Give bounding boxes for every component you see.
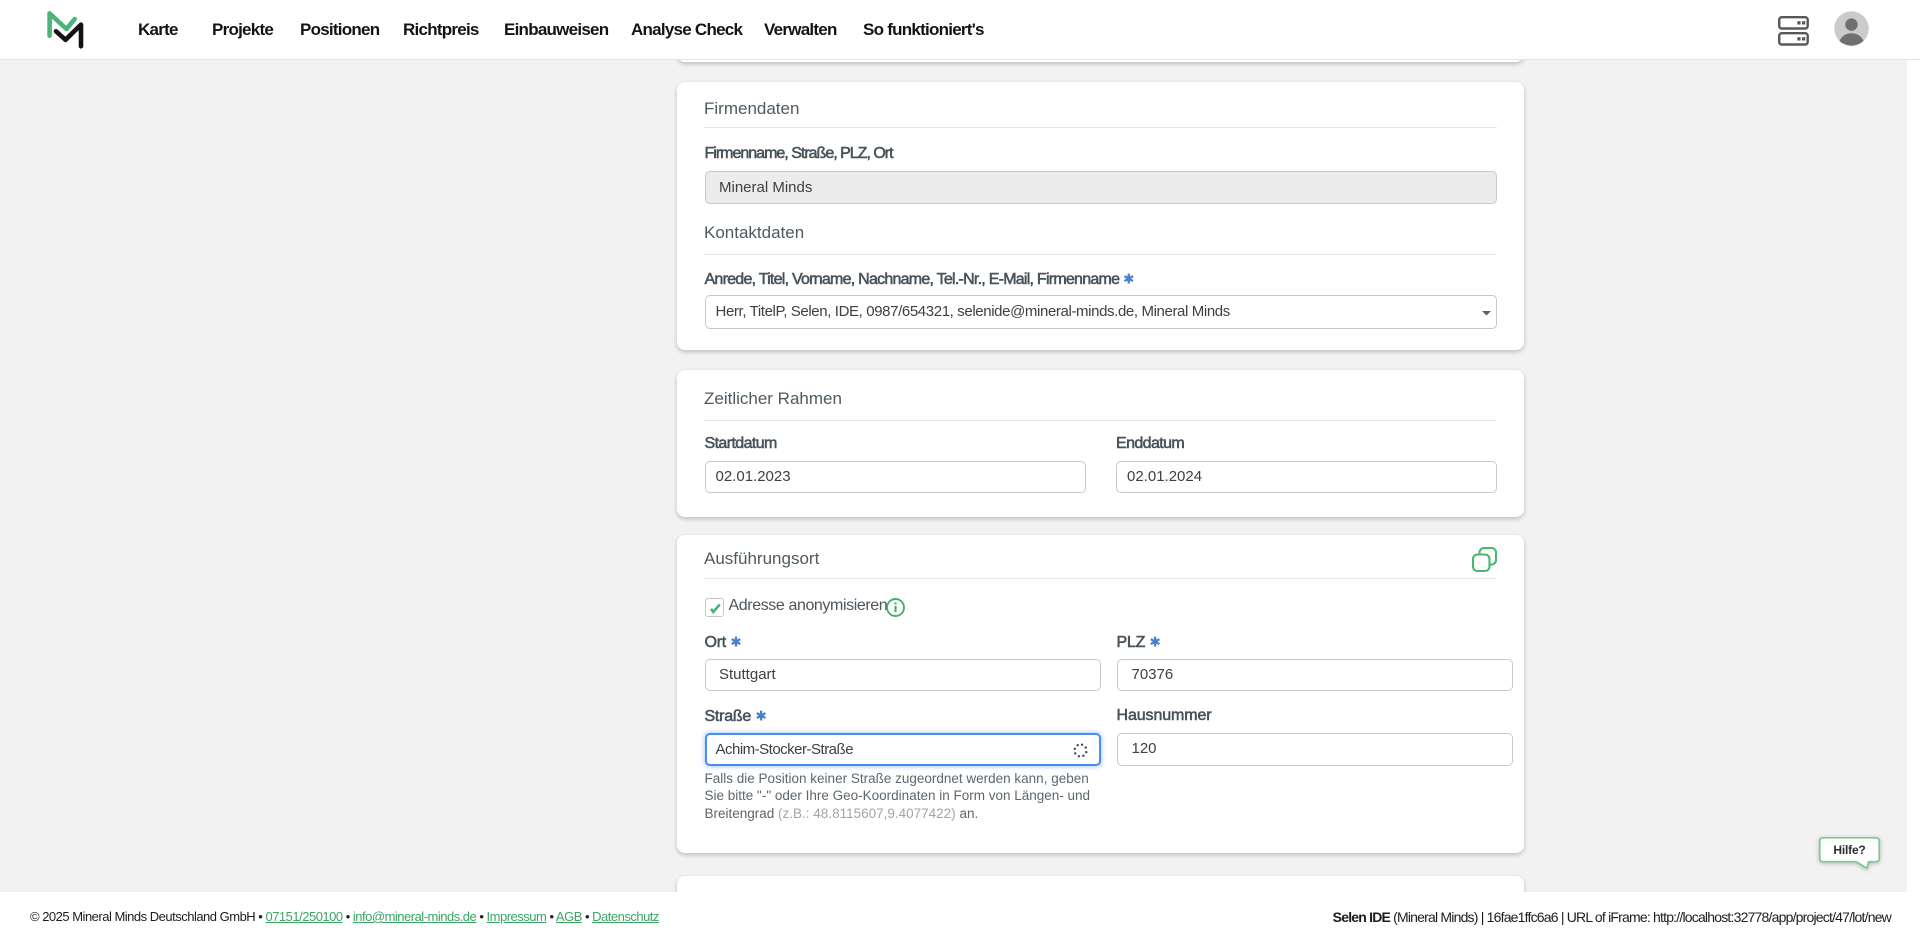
svg-text:Hilfe?: Hilfe? — [1833, 843, 1865, 857]
